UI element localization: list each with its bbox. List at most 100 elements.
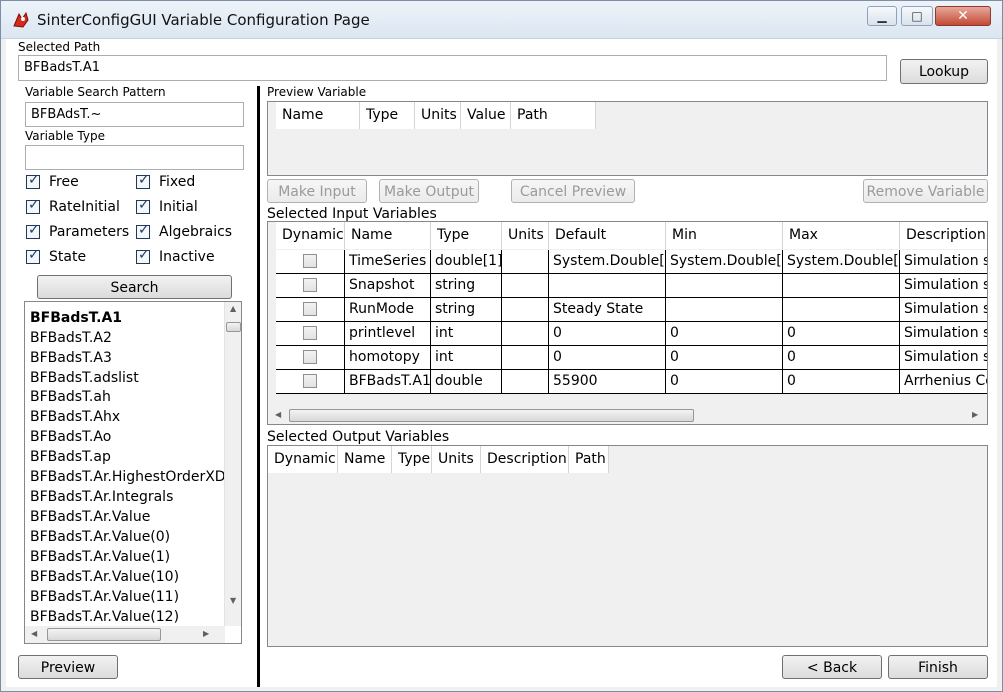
dynamic-cell[interactable] <box>276 346 345 370</box>
scroll-right-icon[interactable]: ▶ <box>972 410 978 419</box>
description-cell[interactable]: Simulation sp <box>900 274 987 298</box>
dynamic-checkbox[interactable] <box>303 302 317 316</box>
max-cell[interactable] <box>783 274 900 298</box>
search-button[interactable]: Search <box>37 275 232 299</box>
variable-type-input[interactable] <box>25 145 244 170</box>
max-cell[interactable]: 0 <box>783 370 900 394</box>
list-item[interactable]: BFBadsT.Ahx <box>30 409 120 429</box>
type-cell[interactable]: string <box>431 298 502 322</box>
checkbox-parameters[interactable]: ✓ <box>26 222 40 239</box>
min-cell[interactable] <box>666 274 783 298</box>
default-cell[interactable]: System.Double[] <box>549 250 666 274</box>
close-button[interactable]: ✕ <box>935 6 991 26</box>
checkbox-inactive[interactable]: ✓ <box>136 247 150 264</box>
back-button[interactable]: < Back <box>782 655 882 679</box>
list-item[interactable]: BFBadsT.Ar.HighestOrderXDe <box>30 469 234 489</box>
scroll-up-icon[interactable]: ▲ <box>230 304 236 313</box>
column-header-dynamic[interactable]: Dynamic <box>268 446 338 473</box>
search-pattern-input[interactable]: BFBAdsT.~ <box>25 102 244 127</box>
list-item[interactable]: BFBadsT.ap <box>30 449 111 469</box>
title-bar[interactable]: SinterConfigGUI Variable Configuration P… <box>1 1 1002 39</box>
default-cell[interactable]: 0 <box>549 322 666 346</box>
list-item[interactable]: BFBadsT.A2 <box>30 330 112 350</box>
column-header-units[interactable]: Units <box>432 446 481 473</box>
list-hscroll-thumb[interactable] <box>47 628 161 641</box>
description-cell[interactable]: Simulation sp <box>900 322 987 346</box>
list-item[interactable]: BFBadsT.A1 <box>30 310 122 330</box>
list-item[interactable]: BFBadsT.Ar.Value <box>30 509 150 529</box>
list-item[interactable]: BFBadsT.Ar.Value(0) <box>30 529 170 549</box>
units-cell[interactable] <box>502 322 549 346</box>
input-grid-scroll-thumb[interactable] <box>289 409 694 422</box>
make-output-button[interactable]: Make Output <box>379 179 479 203</box>
column-header-name[interactable]: Name <box>345 222 431 249</box>
units-cell[interactable] <box>502 250 549 274</box>
maximize-button[interactable]: □ <box>901 6 933 26</box>
type-cell[interactable]: string <box>431 274 502 298</box>
list-item[interactable]: BFBadsT.adslist <box>30 370 139 390</box>
dynamic-cell[interactable] <box>276 370 345 394</box>
list-item[interactable]: BFBadsT.Ar.Value(1) <box>30 549 170 569</box>
checkbox-free[interactable]: ✓ <box>26 172 40 189</box>
units-cell[interactable] <box>502 298 549 322</box>
column-header-path[interactable]: Path <box>569 446 609 473</box>
dynamic-cell[interactable] <box>276 322 345 346</box>
units-cell[interactable] <box>502 274 549 298</box>
checkbox-state[interactable]: ✓ <box>26 247 40 264</box>
dynamic-checkbox[interactable] <box>303 326 317 340</box>
selected-input-variables-grid[interactable]: Dynamic Name Type Units Default Min Max … <box>267 221 988 425</box>
dynamic-checkbox[interactable] <box>303 254 317 268</box>
list-item[interactable]: BFBadsT.Ar.Value(11) <box>30 589 179 609</box>
max-cell[interactable] <box>783 298 900 322</box>
list-item[interactable]: BFBadsT.Ar.Integrals <box>30 489 173 509</box>
name-cell[interactable]: homotopy <box>345 346 431 370</box>
dynamic-cell[interactable] <box>276 274 345 298</box>
max-cell[interactable]: System.Double[] <box>783 250 900 274</box>
selected-output-variables-grid[interactable]: Dynamic Name Type Units Description Path <box>267 445 988 647</box>
remove-variable-button[interactable]: Remove Variable <box>863 179 988 203</box>
list-item[interactable]: BFBadsT.Ar.Value(10) <box>30 569 179 589</box>
min-cell[interactable] <box>666 298 783 322</box>
list-scroll-thumb[interactable] <box>226 322 241 332</box>
scroll-down-icon[interactable]: ▼ <box>230 596 236 605</box>
name-cell[interactable]: RunMode <box>345 298 431 322</box>
type-cell[interactable]: double <box>431 370 502 394</box>
lookup-button[interactable]: Lookup <box>900 59 988 84</box>
finish-button[interactable]: Finish <box>888 655 988 679</box>
cancel-preview-button[interactable]: Cancel Preview <box>511 179 635 203</box>
list-item[interactable]: BFBadsT.Ao <box>30 429 111 449</box>
checkbox-initial[interactable]: ✓ <box>136 197 150 214</box>
description-cell[interactable]: Simulation sp <box>900 250 987 274</box>
column-header-name[interactable]: Name <box>338 446 392 473</box>
variable-list[interactable]: BFBadsT.A1 BFBadsT.A2 BFBadsT.A3 BFBadsT… <box>24 301 242 644</box>
scroll-left-icon[interactable]: ◀ <box>31 629 37 638</box>
min-cell[interactable]: 0 <box>666 346 783 370</box>
column-header-type[interactable]: Type <box>360 102 415 129</box>
panel-divider[interactable] <box>257 86 260 687</box>
min-cell[interactable]: 0 <box>666 370 783 394</box>
column-header-default[interactable]: Default <box>549 222 666 249</box>
min-cell[interactable]: 0 <box>666 322 783 346</box>
column-header-value[interactable]: Value <box>461 102 511 129</box>
max-cell[interactable]: 0 <box>783 346 900 370</box>
description-cell[interactable]: Arrhenius Co <box>900 370 987 394</box>
list-item[interactable]: BFBadsT.A3 <box>30 350 112 370</box>
column-header-units[interactable]: Units <box>415 102 461 129</box>
dynamic-checkbox[interactable] <box>303 350 317 364</box>
column-header-min[interactable]: Min <box>666 222 783 249</box>
description-cell[interactable]: Simulation sp <box>900 298 987 322</box>
dynamic-checkbox[interactable] <box>303 278 317 292</box>
scroll-left-icon[interactable]: ◀ <box>275 410 281 419</box>
checkbox-fixed[interactable]: ✓ <box>136 172 150 189</box>
list-vertical-scrollbar[interactable]: ▲ ▼ <box>224 302 241 626</box>
name-cell[interactable]: TimeSeries <box>345 250 431 274</box>
min-cell[interactable]: System.Double[] <box>666 250 783 274</box>
dynamic-cell[interactable] <box>276 298 345 322</box>
default-cell[interactable]: 0 <box>549 346 666 370</box>
default-cell[interactable] <box>549 274 666 298</box>
dynamic-cell[interactable] <box>276 250 345 274</box>
column-header-type[interactable]: Type <box>431 222 502 249</box>
type-cell[interactable]: int <box>431 346 502 370</box>
column-header-name[interactable]: Name <box>276 102 360 129</box>
column-header-max[interactable]: Max <box>783 222 900 249</box>
